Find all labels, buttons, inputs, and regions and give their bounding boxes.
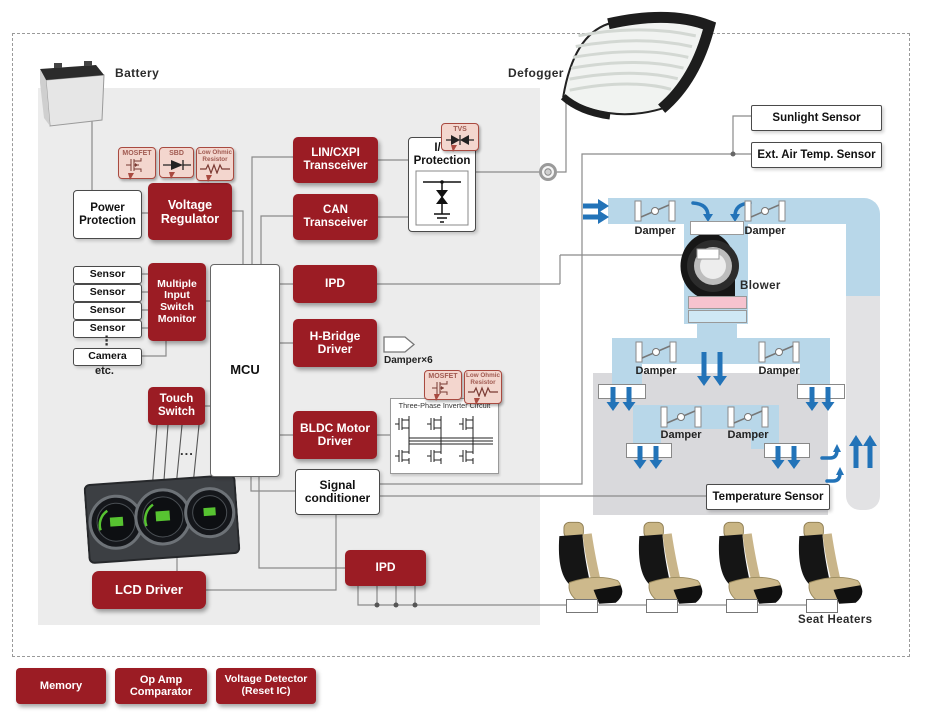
sbd-tag-label: SBD: [169, 150, 184, 157]
seat-image: [791, 521, 865, 605]
ipd-top-label: IPD: [325, 277, 345, 290]
damper-label: Damper: [628, 365, 684, 377]
lcd-driver-block: LCD Driver: [92, 571, 206, 609]
sbd-tag: SBD: [159, 147, 194, 178]
power-protection-block: Power Protection: [73, 190, 142, 239]
mosfet-symbol-icon: [120, 157, 154, 173]
temperature-sensor-block: Temperature Sensor: [706, 484, 830, 510]
low-ohmic-resistor-tag: Low Ohmic Resistor: [196, 147, 234, 181]
low-ohmic-resistor-tag: Low Ohmic Resistor: [464, 370, 502, 404]
tvs-symbol-icon: [445, 134, 475, 146]
signal-conditioner-block: Signal conditioner: [295, 469, 380, 515]
mcu-label: MCU: [230, 363, 260, 377]
voltage-regulator-label: Voltage Regulator: [148, 198, 232, 226]
seat-heater-element: [806, 599, 838, 613]
instrument-cluster-image: [83, 469, 241, 569]
seat-image: [711, 521, 785, 605]
blower-intake-box: [690, 221, 744, 235]
ext-air-temp-sensor-block: Ext. Air Temp. Sensor: [751, 142, 882, 168]
bldc-motor-driver-label: BLDC Motor Driver: [293, 422, 377, 449]
camera-block: Camera: [73, 348, 142, 366]
damper-icon: [659, 406, 703, 428]
damper-icon: [633, 200, 677, 222]
tvs-tag-label: TVS: [453, 126, 467, 133]
etc-label: etc.: [95, 365, 114, 377]
ipd-bottom-label: IPD: [375, 561, 395, 574]
mosfet-tag: MOSFET: [118, 147, 156, 179]
low-ohmic-resistor-label: Low Ohmic Resistor: [466, 372, 500, 386]
damper-label: Damper: [653, 429, 709, 441]
seat-image: [631, 521, 705, 605]
ipd-bottom-block: IPD: [345, 550, 426, 586]
damper-icon: [726, 406, 770, 428]
seat-heaters-label: Seat Heaters: [798, 614, 872, 626]
voltage-regulator-block: Voltage Regulator: [148, 183, 232, 240]
can-transceiver-label: CAN Transceiver: [293, 204, 378, 230]
h-bridge-driver-block: H-Bridge Driver: [293, 319, 377, 367]
ext-air-temp-sensor-label: Ext. Air Temp. Sensor: [757, 149, 875, 162]
io-protection-circuit-icon: [415, 170, 469, 226]
signal-conditioner-label: Signal conditioner: [296, 479, 379, 505]
resistor-symbol-icon: [467, 386, 499, 397]
damper-label: Damper: [737, 225, 793, 237]
can-transceiver-block: CAN Transceiver: [293, 194, 378, 240]
system-block-diagram: Battery Defogger: [0, 0, 933, 713]
sbd-symbol-icon: [162, 158, 192, 172]
multiple-input-switch-monitor-block: Multiple Input Switch Monitor: [148, 263, 206, 341]
three-phase-inverter-block: Three-Phase Inverter Circuit: [390, 398, 499, 474]
defogger-image: [538, 0, 739, 149]
mosfet-symbol-icon: [428, 380, 458, 395]
sensor-label: Sensor: [90, 269, 126, 281]
resistor-symbol-icon: [199, 163, 231, 174]
multiple-input-switch-monitor-label: Multiple Input Switch Monitor: [148, 279, 206, 326]
power-protection-label: Power Protection: [74, 202, 141, 227]
touch-switch-block: Touch Switch: [148, 387, 205, 425]
mosfet-tag-label: MOSFET: [122, 150, 151, 157]
evaporator-bar: [688, 310, 747, 323]
blower-label: Blower: [740, 280, 781, 292]
sensor-label: Sensor: [90, 287, 126, 299]
lin-cxpi-transceiver-block: LIN/CXPI Transceiver: [293, 137, 378, 183]
battery-image: [40, 60, 110, 128]
damper-label: Damper: [720, 429, 776, 441]
h-bridge-driver-label: H-Bridge Driver: [293, 330, 377, 357]
sensor-block-2: Sensor: [73, 284, 142, 302]
damper-x6-label: Damper×6: [384, 355, 433, 366]
sensor-ellipsis: ⋮: [100, 333, 113, 349]
seat-heater-element: [566, 599, 598, 613]
seat-heater-element: [646, 599, 678, 613]
touch-switch-label: Touch Switch: [148, 393, 205, 419]
low-ohmic-resistor-label: Low Ohmic Resistor: [198, 149, 232, 163]
sunlight-sensor-block: Sunlight Sensor: [751, 105, 882, 131]
damper-x6-arrow-icon: [383, 336, 415, 353]
sunlight-sensor-label: Sunlight Sensor: [772, 112, 860, 125]
mosfet-tag-label: MOSFET: [428, 373, 457, 380]
seat-image: [551, 521, 625, 605]
damper-label: Damper: [751, 365, 807, 377]
tvs-tag: TVS: [441, 123, 479, 151]
damper-icon: [743, 200, 787, 222]
mosfet-tag: MOSFET: [424, 370, 462, 400]
blower-image: [680, 230, 746, 306]
sensor-block-3: Sensor: [73, 302, 142, 320]
lin-cxpi-transceiver-label: LIN/CXPI Transceiver: [293, 147, 378, 173]
temperature-sensor-label: Temperature Sensor: [713, 491, 824, 504]
touch-ellipsis: ...: [180, 443, 194, 458]
seat-heater-element: [726, 599, 758, 613]
inverter-circuit-icon: [391, 410, 496, 470]
heater-core-bar: [688, 296, 747, 309]
sensor-label: Sensor: [90, 305, 126, 317]
damper-label: Damper: [627, 225, 683, 237]
damper-icon: [757, 341, 801, 363]
bldc-motor-driver-block: BLDC Motor Driver: [293, 411, 377, 459]
damper-icon: [634, 341, 678, 363]
mcu-block: MCU: [210, 264, 280, 477]
camera-label: Camera: [88, 351, 127, 363]
lcd-driver-label: LCD Driver: [115, 583, 183, 598]
sensor-block-1: Sensor: [73, 266, 142, 284]
ipd-top-block: IPD: [293, 265, 377, 303]
